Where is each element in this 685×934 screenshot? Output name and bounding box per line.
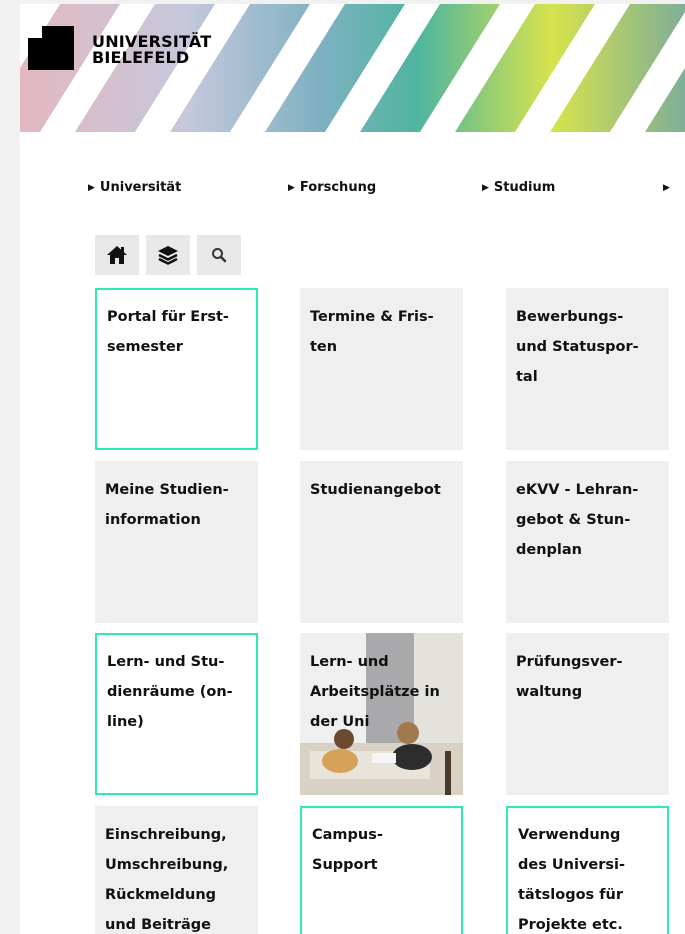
triangle-right-icon: ▶ bbox=[288, 183, 295, 193]
tile-label-line: Projekte etc. bbox=[518, 917, 623, 933]
nav-item-more[interactable]: ▶ bbox=[663, 180, 675, 195]
tile-label-line: Lern- und bbox=[310, 654, 389, 670]
tile-label: Campus- Support bbox=[312, 820, 458, 880]
tile-label-line: Lern- und Stu- bbox=[107, 654, 225, 670]
tile-label: Portal für Erst-semester bbox=[107, 302, 253, 362]
tile-link[interactable]: Meine Studien-information bbox=[95, 461, 258, 623]
tile-label-line: Rückmeldung bbox=[105, 887, 217, 903]
tile-label-line: Campus- bbox=[312, 827, 383, 843]
tile-label-line: line) bbox=[107, 714, 144, 730]
tile-label-line: Verwendung bbox=[518, 827, 621, 843]
tile-label-line: information bbox=[105, 512, 201, 528]
tile-label-line: Umschreibung, bbox=[105, 857, 229, 873]
nav-label: Studium bbox=[493, 180, 556, 195]
triangle-right-icon: ▶ bbox=[88, 183, 95, 193]
home-button[interactable] bbox=[95, 235, 139, 275]
tile-link[interactable]: Lern- und Arbeitsplätze in der Uni bbox=[300, 633, 463, 795]
tile-label-line: semester bbox=[107, 339, 183, 355]
nav-item-studium[interactable]: ▶ Studium bbox=[482, 180, 555, 195]
search-button[interactable] bbox=[197, 235, 241, 275]
university-logo-text[interactable]: UNIVERSITÄT BIELEFELD bbox=[92, 34, 211, 66]
page: UNIVERSITÄT BIELEFELD ▶ Universität ▶ Fors… bbox=[20, 4, 685, 934]
tile-label: Prüfungsver-waltung bbox=[516, 647, 662, 707]
search-icon bbox=[212, 248, 227, 263]
nav-label: Forschung bbox=[299, 180, 377, 195]
tile-label: Lern- und Stu-dienräume (on-line) bbox=[107, 647, 253, 737]
tile-label-line: Support bbox=[312, 857, 378, 873]
tile-label: Studienangebot bbox=[310, 475, 456, 505]
tile-label-line: tätslogos für bbox=[518, 887, 624, 903]
logo-line-2: BIELEFELD bbox=[92, 48, 190, 67]
tile-link[interactable]: Campus- Support bbox=[300, 806, 463, 934]
header-banner: UNIVERSITÄT BIELEFELD bbox=[20, 4, 685, 132]
tile-label-line: Prüfungsver- bbox=[516, 654, 623, 670]
tile-link[interactable]: Bewerbungs-und Statuspor-tal bbox=[506, 288, 669, 450]
triangle-right-icon: ▶ bbox=[663, 183, 670, 193]
tile-link[interactable]: Portal für Erst-semester bbox=[95, 288, 258, 450]
tile-label-line: Einschreibung, bbox=[105, 827, 227, 843]
tile-label: Verwendung des Universi-tätslogos für Proj… bbox=[518, 820, 664, 934]
tile-label: Meine Studien-information bbox=[105, 475, 251, 535]
tile-label: Lern- und Arbeitsplätze in der Uni bbox=[310, 647, 456, 737]
tile-link[interactable]: eKVV - Lehran-gebot & Stun-denplan bbox=[506, 461, 669, 623]
tile-label-line: Studienangebot bbox=[310, 482, 441, 498]
tile-link[interactable]: Verwendung des Universi-tätslogos für Proj… bbox=[506, 806, 669, 934]
tile-link[interactable]: Prüfungsver-waltung bbox=[506, 633, 669, 795]
tile-label-line: dienräume (on- bbox=[107, 684, 233, 700]
tile-label-line: Termine & Fris- bbox=[310, 309, 434, 325]
home-icon bbox=[107, 246, 127, 264]
layers-icon bbox=[158, 246, 178, 265]
tile-label: Einschreibung, Umschreibung, Rückmeldung un… bbox=[105, 820, 251, 934]
tile-link[interactable]: Termine & Fris-ten bbox=[300, 288, 463, 450]
tile-link[interactable]: Lern- und Stu-dienräume (on-line) bbox=[95, 633, 258, 795]
university-logo-mark[interactable] bbox=[28, 26, 74, 70]
layers-button[interactable] bbox=[146, 235, 190, 275]
decorative-stripes bbox=[20, 4, 685, 132]
tile-label-line: des Universi- bbox=[518, 857, 626, 873]
tile-label-line: Meine Studien- bbox=[105, 482, 229, 498]
nav-label: Universität bbox=[99, 180, 182, 195]
tile-label-line: Portal für Erst- bbox=[107, 309, 229, 325]
tile-label-line: Bewerbungs- bbox=[516, 309, 624, 325]
tile-label-line: waltung bbox=[516, 684, 583, 700]
tile-label-line: der Uni bbox=[310, 714, 370, 730]
tile-label: Bewerbungs-und Statuspor-tal bbox=[516, 302, 662, 392]
tile-link[interactable]: Studienangebot bbox=[300, 461, 463, 623]
nav-item-universitaet[interactable]: ▶ Universität bbox=[88, 180, 181, 195]
tile-label-line: und Beiträge bbox=[105, 917, 212, 933]
tile-label-line: ten bbox=[310, 339, 338, 355]
tile-label-line: gebot & Stun- bbox=[516, 512, 631, 528]
triangle-right-icon: ▶ bbox=[482, 183, 489, 193]
tile-label-line: und Statuspor- bbox=[516, 339, 639, 355]
main-navigation: ▶ Universität ▶ Forschung ▶ Studium ▶ bbox=[20, 180, 685, 202]
tile-label: Termine & Fris-ten bbox=[310, 302, 456, 362]
tile-label: eKVV - Lehran-gebot & Stun-denplan bbox=[516, 475, 662, 565]
tile-link[interactable]: Einschreibung, Umschreibung, Rückmeldung un… bbox=[95, 806, 258, 934]
tile-label-line: denplan bbox=[516, 542, 582, 558]
nav-item-forschung[interactable]: ▶ Forschung bbox=[288, 180, 376, 195]
tile-label-line: Arbeitsplätze in bbox=[310, 684, 440, 700]
tile-label-line: tal bbox=[516, 369, 538, 385]
tile-label-line: eKVV - Lehran- bbox=[516, 482, 639, 498]
